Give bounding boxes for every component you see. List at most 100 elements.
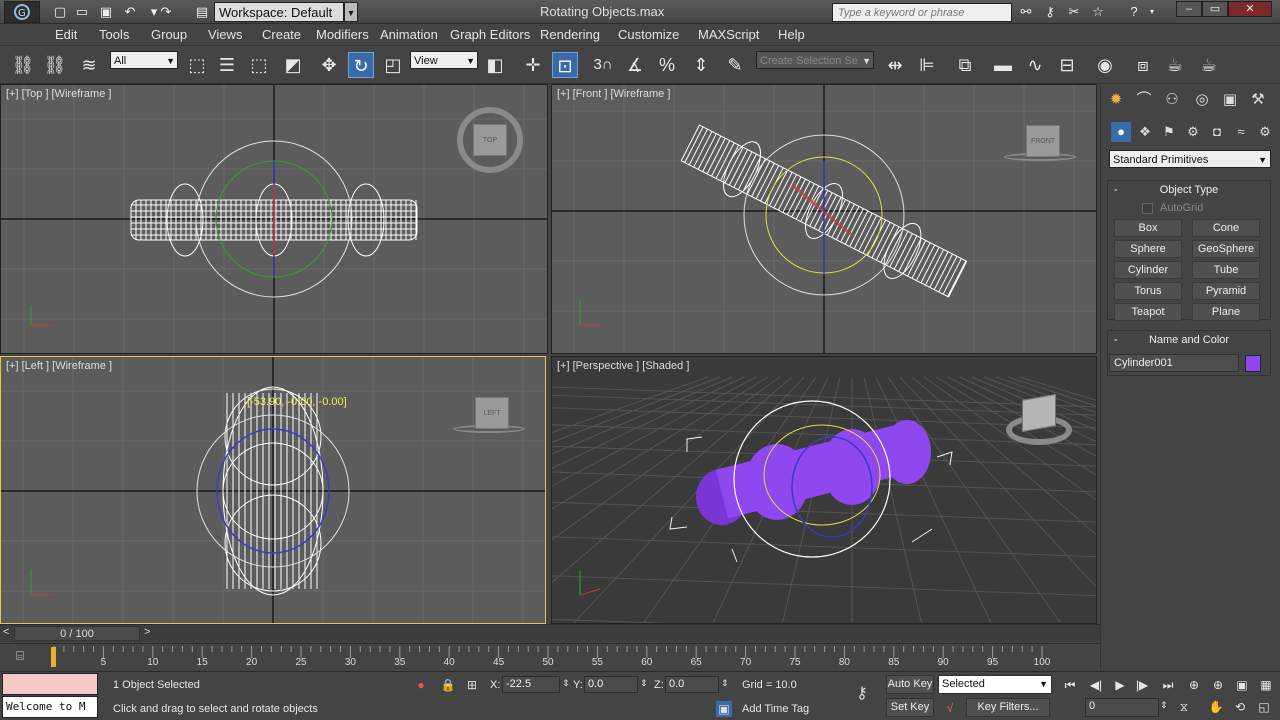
utilities-tab-icon[interactable]: ⚒ (1247, 90, 1269, 110)
teapot-button[interactable]: Teapot (1114, 303, 1182, 321)
selection-filter-dropdown[interactable]: All ▼ (110, 51, 178, 69)
cameras-icon[interactable]: ⚙ (1183, 122, 1203, 142)
auto-key-button[interactable]: Auto Key (886, 675, 934, 694)
key-tangent-icon[interactable]: √ (942, 700, 958, 716)
open-file-icon[interactable]: ▭ (72, 3, 92, 21)
motion-tab-icon[interactable]: ◎ (1191, 90, 1213, 110)
save-file-icon[interactable]: ▣ (96, 3, 116, 21)
window-crossing-icon[interactable]: ◩ (280, 52, 306, 78)
hierarchy-tab-icon[interactable]: ⚇ (1161, 90, 1183, 110)
reference-coordinate-dropdown[interactable]: View ▼ (410, 51, 478, 69)
tube-button[interactable]: Tube (1192, 261, 1260, 279)
select-by-name-icon[interactable]: ☰ (214, 52, 240, 78)
plane-button[interactable]: Plane (1192, 303, 1260, 321)
viewport-top-label[interactable]: [+] [Top ] [Wireframe ] (6, 88, 111, 100)
key-filters-button[interactable]: Key Filters... (966, 698, 1050, 717)
zoom-viewport-icon[interactable]: ⊕ (1184, 677, 1204, 693)
communication-icon[interactable]: ✂ (1064, 3, 1084, 21)
isolate-selection-icon[interactable]: ● (413, 677, 429, 693)
lights-icon[interactable]: ⚑ (1159, 122, 1179, 142)
viewport-front[interactable]: [+] [Front ] [Wireframe ] FRONT (551, 84, 1097, 354)
menu-edit[interactable]: Edit (55, 27, 77, 42)
render-production-icon[interactable]: ☕ (1196, 52, 1222, 78)
time-config-icon[interactable]: ⧖ (1174, 699, 1194, 715)
object-name-field[interactable]: Cylinder001 (1109, 354, 1239, 372)
field-of-view-icon[interactable]: ◱ (1254, 699, 1274, 715)
set-key-button[interactable]: Set Key (886, 698, 934, 717)
geometry-icon[interactable]: ● (1111, 122, 1131, 142)
key-mode-dropdown[interactable]: Selected ▼ (938, 675, 1052, 694)
minimize-button[interactable]: – (1176, 1, 1202, 17)
geometry-category-dropdown[interactable]: Standard Primitives ▼ (1109, 150, 1271, 168)
x-coordinate-field[interactable]: -22.5 (502, 676, 560, 693)
key-icon[interactable]: ⚷ (1040, 3, 1060, 21)
maxscript-listener-top[interactable] (2, 673, 98, 695)
autogrid-checkbox[interactable] (1142, 203, 1153, 214)
set-key-key-icon[interactable]: ⚷ (850, 686, 874, 702)
menu-group[interactable]: Group (151, 27, 187, 42)
go-to-start-icon[interactable]: ⏮ (1060, 677, 1080, 693)
y-spinner-icon[interactable]: ⇕ (640, 678, 648, 689)
named-selection-sets-dropdown[interactable]: Create Selection Se ▼ (756, 51, 874, 69)
display-tab-icon[interactable]: ▣ (1219, 90, 1241, 110)
menu-customize[interactable]: Customize (618, 27, 679, 42)
time-slider[interactable]: < 0 / 100 > (0, 624, 1100, 642)
systems-icon[interactable]: ⚙ (1255, 122, 1275, 142)
menu-tools[interactable]: Tools (99, 27, 129, 42)
viewport-front-label[interactable]: [+] [Front ] [Wireframe ] (557, 88, 670, 100)
maximize-button[interactable]: ▭ (1202, 1, 1228, 17)
track-bar[interactable]: ⌸ 5 10 15 20 25 30 35 40 45 50 55 60 65 70 75 80 85 90 95 1… (0, 643, 1100, 671)
zoom-extents-icon[interactable]: ▣ (1232, 677, 1252, 693)
menu-modifiers[interactable]: Modifiers (316, 27, 369, 42)
viewport-left-label[interactable]: [+] [Left ] [Wireframe ] (6, 360, 112, 372)
viewcube-top[interactable]: TOP (457, 107, 523, 173)
space-warps-icon[interactable]: ≈ (1231, 122, 1251, 142)
select-object-icon[interactable]: ⬚ (184, 52, 210, 78)
next-frame-icon[interactable]: |▶ (1132, 677, 1152, 693)
absolute-mode-icon[interactable]: ⊞ (464, 677, 480, 693)
close-button[interactable]: ✕ (1228, 1, 1272, 17)
time-marker[interactable] (51, 647, 56, 667)
select-manipulate-icon[interactable]: ✛ (520, 52, 546, 78)
align-icon[interactable]: ⊫ (914, 52, 940, 78)
helpers-icon[interactable]: ◘ (1207, 122, 1227, 142)
modify-tab-icon[interactable]: ⌒ (1133, 90, 1155, 110)
menu-graph-editors[interactable]: Graph Editors (450, 27, 530, 42)
percent-snap-icon[interactable]: % (654, 52, 680, 78)
favorites-star-icon[interactable]: ☆ (1088, 3, 1108, 21)
material-editor-icon[interactable]: ◉ (1092, 52, 1118, 78)
scale-icon[interactable]: ◰ (380, 52, 406, 78)
pan-hand-icon[interactable]: ✋ (1206, 699, 1226, 715)
box-button[interactable]: Box (1114, 219, 1182, 237)
app-logo-icon[interactable]: G (4, 1, 40, 23)
viewcube-left[interactable]: LEFT (475, 397, 509, 429)
menu-views[interactable]: Views (208, 27, 242, 42)
z-coordinate-field[interactable]: 0.0 (665, 676, 719, 693)
workspace-arrow-icon[interactable]: ▼ (344, 2, 358, 22)
rotate-icon[interactable]: ↻ (348, 52, 374, 78)
menu-rendering[interactable]: Rendering (540, 27, 600, 42)
menu-maxscript[interactable]: MAXScript (698, 27, 759, 42)
viewport-left[interactable]: [+] [Left ] [Wireframe ] [-53.90, -0.00,… (0, 356, 546, 624)
angle-snap-icon[interactable]: ∡ (622, 52, 648, 78)
select-and-link-icon[interactable]: ⛓ (10, 52, 36, 78)
add-time-tag[interactable]: Add Time Tag (742, 703, 809, 715)
pivot-center-icon[interactable]: ◧ (482, 52, 508, 78)
maximize-viewport-icon[interactable]: ▦ (1256, 677, 1276, 693)
time-prev-icon[interactable]: < (3, 626, 9, 638)
binoculars-icon[interactable]: ⚯ (1016, 3, 1036, 21)
z-spinner-icon[interactable]: ⇕ (721, 678, 729, 689)
time-tag-icon[interactable]: ▣ (716, 701, 732, 717)
object-type-title[interactable]: - Object Type (1108, 181, 1270, 199)
torus-button[interactable]: Torus (1114, 282, 1182, 300)
schematic-view-icon[interactable]: ⊟ (1054, 52, 1080, 78)
time-slider-thumb[interactable]: 0 / 100 (14, 626, 140, 641)
rectangular-selection-icon[interactable]: ⬚ (246, 52, 272, 78)
mirror-icon[interactable]: ⇹ (882, 52, 908, 78)
unlink-icon[interactable]: ⛓ (42, 52, 68, 78)
cylinder-button[interactable]: Cylinder (1114, 261, 1182, 279)
frame-spinner-icon[interactable]: ⇕ (1160, 700, 1168, 711)
viewcube-face[interactable]: TOP (473, 124, 507, 156)
menu-create[interactable]: Create (262, 27, 301, 42)
go-to-end-icon[interactable]: ⏭ (1158, 677, 1178, 693)
